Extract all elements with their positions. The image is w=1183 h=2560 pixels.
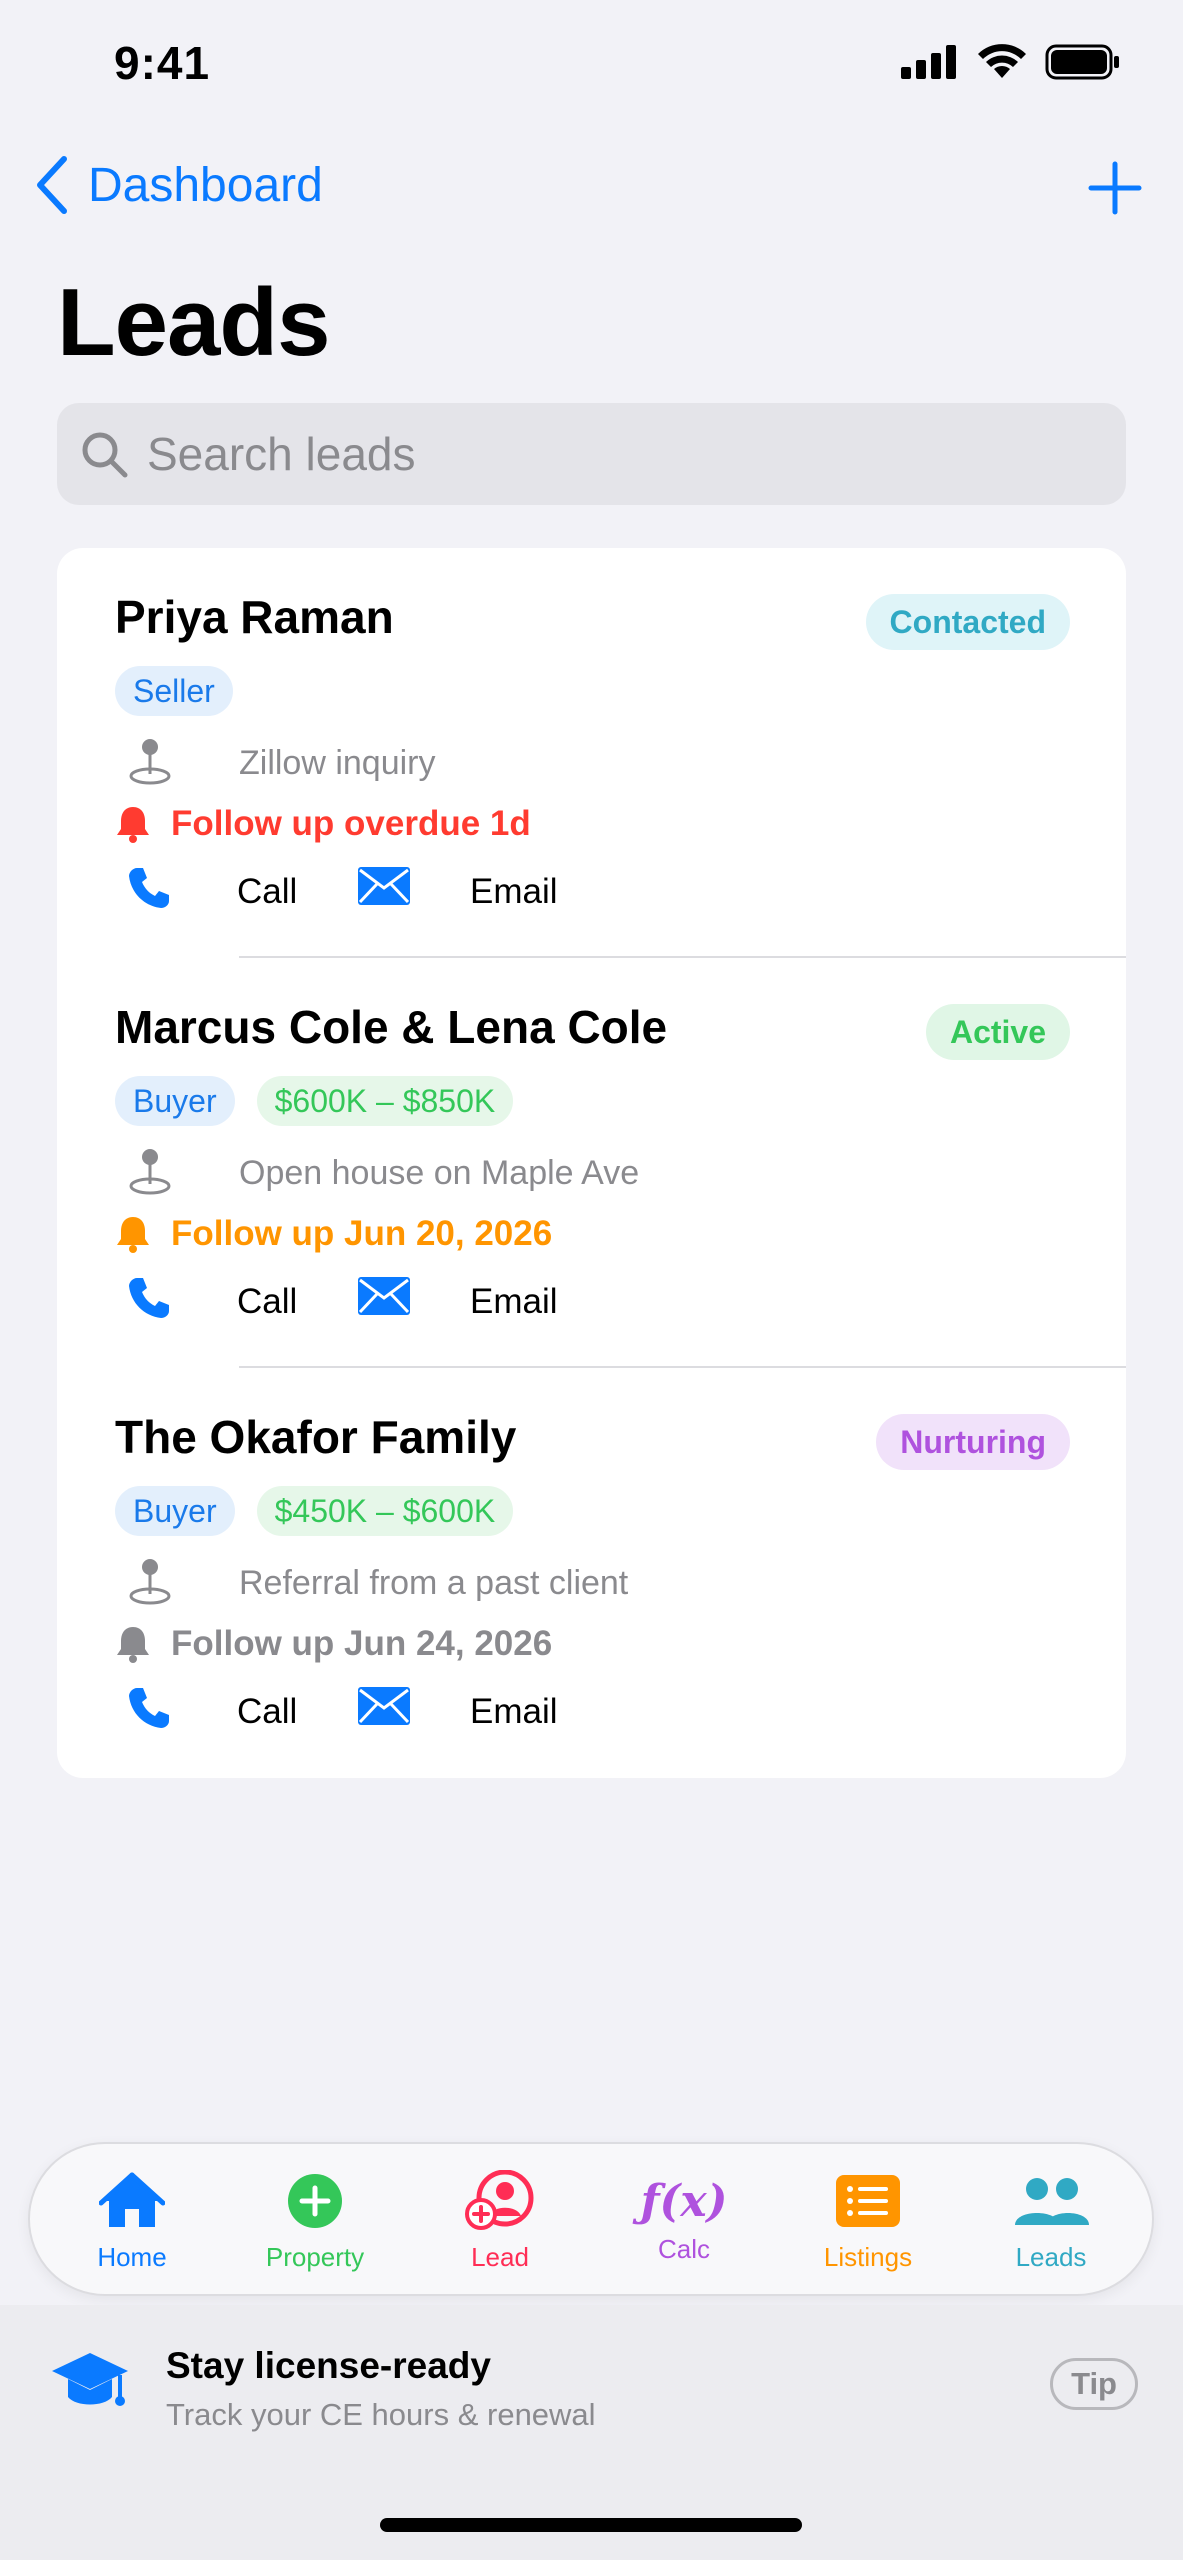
tip-title: Stay license-ready — [166, 2345, 491, 2386]
followup-text: Follow up overdue 1d — [171, 804, 531, 843]
bell-icon — [117, 1217, 149, 1253]
source-text: Open house on Maple Ave — [239, 1154, 640, 1192]
lead-source: Open house on Maple Ave — [127, 1146, 639, 1196]
tip-button[interactable]: Tip — [1050, 2358, 1138, 2410]
tab-bar: Home Property Lead ƒ(x) Calc Listings Le… — [28, 2142, 1154, 2296]
pin-icon — [129, 739, 171, 785]
list-icon — [836, 2175, 900, 2227]
followup-status: Follow up Jun 24, 2026 — [115, 1624, 552, 1664]
lead-name: The Okafor Family — [115, 1411, 517, 1463]
pin-icon — [129, 1559, 171, 1605]
tab-label: Lead — [471, 2242, 529, 2272]
call-button[interactable]: Call — [237, 1692, 297, 1732]
followup-text: Follow up Jun 20, 2026 — [171, 1214, 553, 1253]
call-button[interactable]: Call — [237, 872, 297, 912]
status-badge: Active — [925, 1004, 1070, 1060]
lead-actions: Call Email — [127, 1276, 727, 1336]
tip-subtitle: Track your CE hours & renewal — [166, 2397, 596, 2432]
tab-label: Listings — [823, 2242, 913, 2272]
lead-row[interactable]: The Okafor Family Nurturing Buyer $450K … — [57, 1368, 1126, 1778]
add-lead-button[interactable] — [1085, 158, 1145, 218]
page-title: Leads — [57, 269, 330, 376]
leads-list: Priya Raman Contacted Seller Zillow inqu… — [57, 548, 1126, 1778]
lead-row[interactable]: Priya Raman Contacted Seller Zillow inqu… — [57, 548, 1126, 958]
email-button[interactable]: Email — [470, 872, 558, 912]
source-text: Zillow inquiry — [239, 744, 436, 782]
tab-listings[interactable]: Listings — [788, 2168, 948, 2273]
lead-name: Priya Raman — [115, 591, 394, 643]
people-icon — [1015, 2178, 1089, 2225]
phone-icon[interactable] — [127, 1276, 171, 1320]
back-button[interactable]: Dashboard — [34, 155, 323, 215]
lead-tags: Buyer $600K – $850K — [115, 1076, 514, 1126]
phone-icon[interactable] — [127, 866, 171, 910]
call-button[interactable]: Call — [237, 1282, 297, 1322]
wifi-icon — [978, 44, 1026, 78]
lead-type-chip: Buyer — [115, 1076, 235, 1126]
lead-actions: Call Email — [127, 866, 727, 926]
home-indicator — [380, 2518, 802, 2532]
function-icon: ƒ(x) — [640, 2175, 728, 2227]
search-icon — [82, 432, 128, 478]
bell-icon — [117, 1627, 149, 1663]
tab-lead[interactable]: Lead — [420, 2168, 580, 2273]
lead-actions: Call Email — [127, 1686, 727, 1746]
bell-icon — [117, 807, 149, 843]
lead-source: Zillow inquiry — [127, 736, 436, 786]
price-range-chip: $600K – $850K — [256, 1076, 514, 1126]
pin-icon — [129, 1149, 171, 1195]
person-add-icon — [465, 2170, 534, 2230]
chevron-left-icon — [37, 156, 67, 214]
tab-label: Home — [97, 2242, 167, 2272]
back-label: Dashboard — [88, 158, 323, 212]
tab-label: Leads — [1015, 2242, 1087, 2272]
followup-text: Follow up Jun 24, 2026 — [171, 1624, 553, 1663]
signal-icon — [901, 45, 956, 79]
lead-tags: Buyer $450K – $600K — [115, 1486, 514, 1536]
tab-leads[interactable]: Leads — [971, 2168, 1131, 2273]
search-bar[interactable] — [57, 403, 1126, 505]
envelope-icon[interactable] — [357, 1686, 411, 1726]
email-button[interactable]: Email — [470, 1282, 558, 1322]
lead-type-chip: Buyer — [115, 1486, 235, 1536]
search-input[interactable] — [147, 427, 1047, 481]
tab-home[interactable]: Home — [52, 2168, 212, 2273]
lead-name: Marcus Cole & Lena Cole — [115, 1001, 668, 1053]
status-badge: Nurturing — [876, 1414, 1070, 1470]
status-bar: 9:41 — [0, 0, 1183, 130]
graduation-cap-icon — [52, 2353, 128, 2406]
lead-source: Referral from a past client — [127, 1556, 628, 1606]
status-badge: Contacted — [865, 594, 1070, 650]
envelope-icon[interactable] — [357, 866, 411, 906]
status-time: 9:41 — [114, 37, 211, 89]
followup-status: Follow up overdue 1d — [115, 804, 531, 844]
phone-icon[interactable] — [127, 1686, 171, 1730]
tab-label: Property — [265, 2242, 365, 2272]
status-icons — [901, 44, 1121, 80]
house-icon — [99, 2172, 165, 2227]
lead-tags: Seller — [115, 666, 233, 716]
followup-status: Follow up Jun 20, 2026 — [115, 1214, 552, 1254]
lead-row[interactable]: Marcus Cole & Lena Cole Active Buyer $60… — [57, 958, 1126, 1368]
battery-icon — [1045, 44, 1119, 80]
lead-type-chip: Seller — [115, 666, 233, 716]
tab-calc[interactable]: ƒ(x) Calc — [604, 2168, 764, 2265]
envelope-icon[interactable] — [357, 1276, 411, 1316]
tab-property[interactable]: Property — [235, 2168, 395, 2273]
tab-label: Calc — [657, 2234, 710, 2264]
email-button[interactable]: Email — [470, 1692, 558, 1732]
plus-circle-icon — [288, 2174, 342, 2228]
source-text: Referral from a past client — [239, 1564, 629, 1602]
price-range-chip: $450K – $600K — [256, 1486, 514, 1536]
